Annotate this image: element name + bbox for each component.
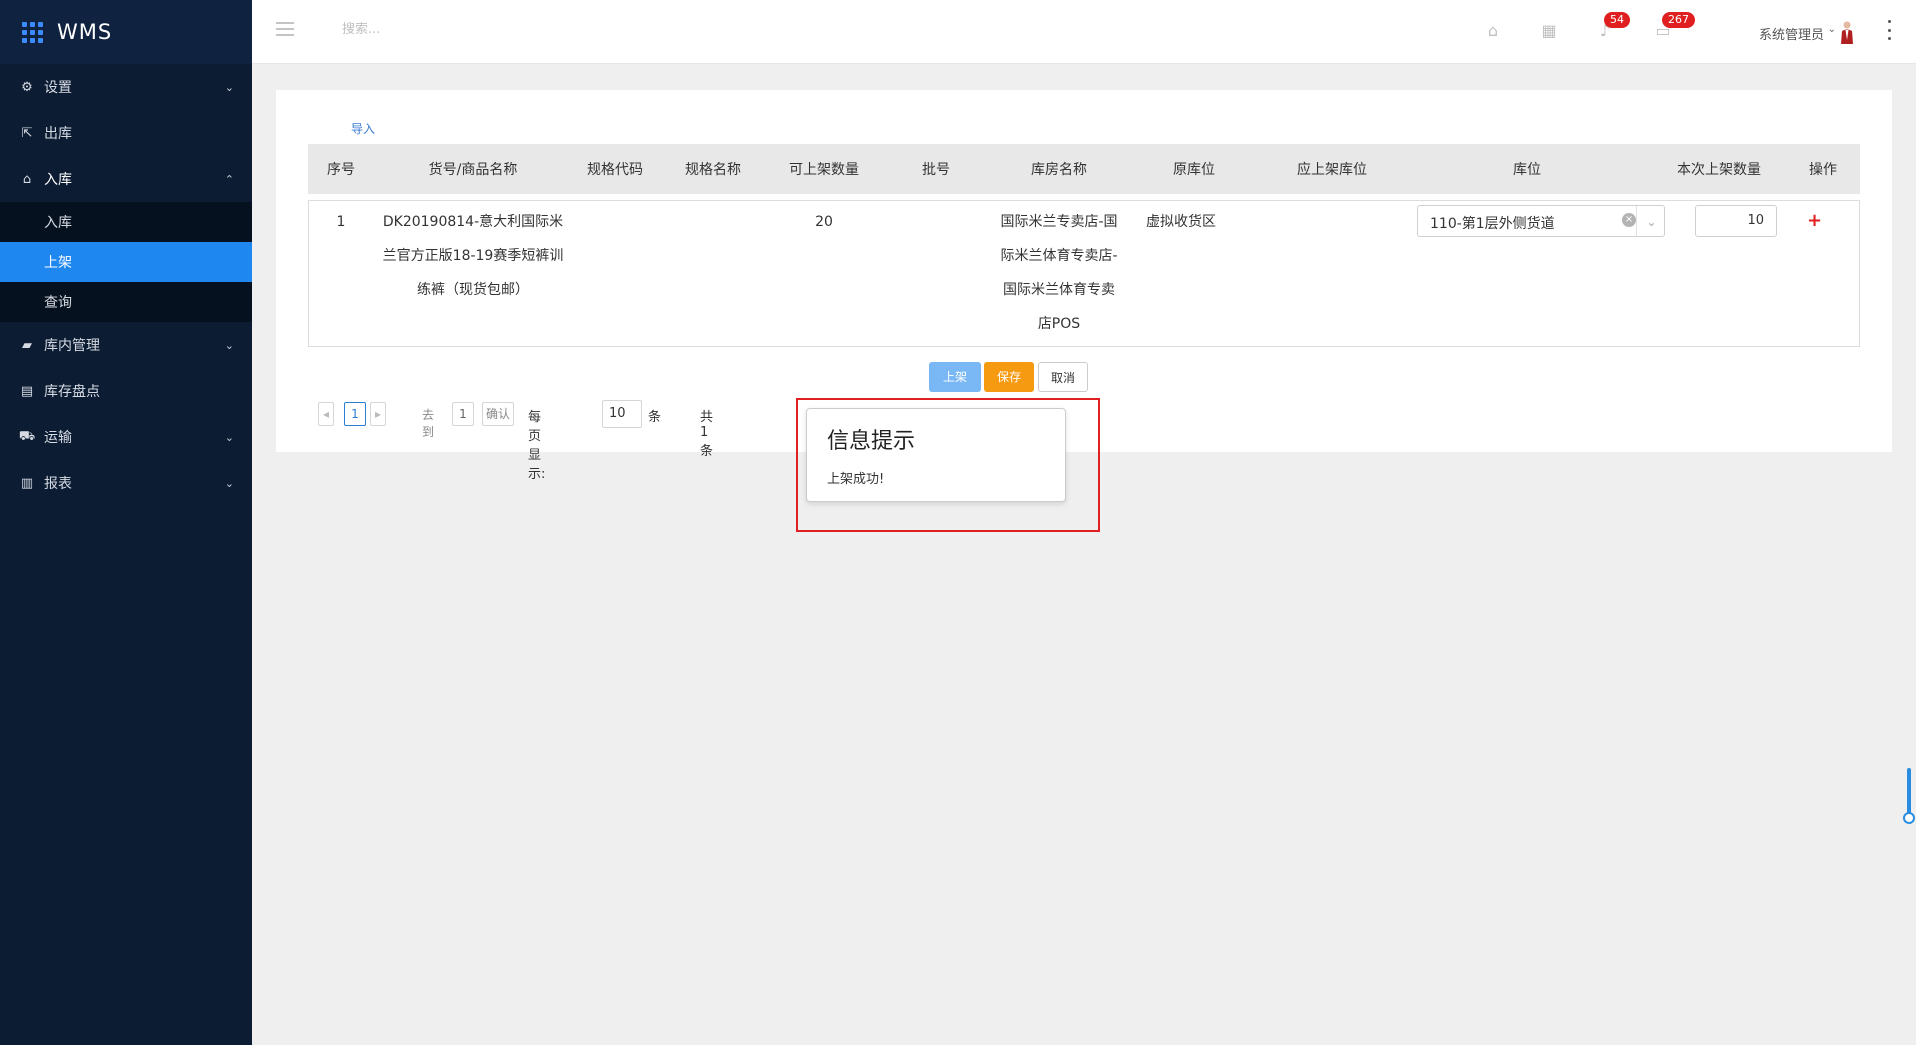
goto-confirm-button[interactable]: 确认 bbox=[482, 402, 514, 426]
product-name-line: 兰官方正版18-19赛季短裤训 bbox=[382, 248, 564, 264]
column-header: 库房名称 bbox=[1031, 162, 1087, 178]
sidebar-item-label: 出库 bbox=[44, 126, 72, 142]
column-header: 原库位 bbox=[1173, 162, 1215, 178]
import-link[interactable]: 导入 bbox=[351, 120, 375, 137]
chart-icon: ▥ bbox=[20, 475, 34, 491]
inbound-submenu: 入库 上架 查询 bbox=[0, 202, 252, 322]
sidebar-item-label: 库内管理 bbox=[44, 338, 100, 354]
sidebar-item-label: 运输 bbox=[44, 430, 72, 446]
sidebar-item-label: 设置 bbox=[44, 80, 72, 96]
avatar[interactable] bbox=[1840, 20, 1854, 44]
chevron-down-icon: ⌄ bbox=[224, 476, 234, 490]
column-header: 规格名称 bbox=[685, 162, 741, 178]
menu-toggle-icon[interactable] bbox=[276, 22, 294, 36]
sidebar-item-label: 入库 bbox=[44, 172, 72, 188]
shelve-button[interactable]: 上架 bbox=[929, 362, 981, 392]
dialog-message: 上架成功! bbox=[827, 472, 885, 487]
warehouse-name-line: 国际米兰体育专卖 bbox=[1003, 282, 1115, 298]
message-icon[interactable]: ▭ 267 bbox=[1654, 12, 1695, 40]
row-index: 1 bbox=[336, 214, 346, 230]
grid-icon[interactable]: ▦ bbox=[1540, 22, 1558, 40]
user-name[interactable]: 系统管理员 bbox=[1759, 24, 1824, 43]
column-header: 货号/商品名称 bbox=[428, 162, 518, 178]
more-vertical-icon[interactable] bbox=[1886, 20, 1892, 40]
original-location: 虚拟收货区 bbox=[1146, 214, 1216, 230]
chevron-down-icon: ⌄ bbox=[224, 430, 234, 444]
location-select-value: 110-第1层外侧货道 bbox=[1430, 216, 1555, 232]
total-count: 共 1条 bbox=[700, 410, 714, 459]
add-row-icon[interactable]: + bbox=[1807, 210, 1822, 231]
chevron-down-icon: ⌄ bbox=[224, 338, 234, 352]
column-header: 批号 bbox=[922, 162, 950, 178]
bell-icon[interactable]: ♪ 54 bbox=[1596, 12, 1630, 40]
home-icon: ⌂ bbox=[22, 171, 32, 187]
next-page-icon[interactable]: ▸ bbox=[370, 402, 386, 426]
chevron-down-icon[interactable]: ⌄ bbox=[1828, 24, 1836, 35]
available-qty: 20 bbox=[815, 214, 833, 230]
messages-badge: 267 bbox=[1662, 12, 1695, 28]
brand[interactable]: WMS bbox=[0, 0, 252, 64]
chevron-up-icon: ⌃ bbox=[224, 172, 234, 186]
product-name-line: DK20190814-意大利国际米 bbox=[382, 214, 564, 230]
cancel-button[interactable]: 取消 bbox=[1038, 362, 1088, 392]
sidebar-item-transport[interactable]: ⛟ 运输 ⌄ bbox=[0, 414, 252, 460]
sidebar-item-stocktake[interactable]: ▤ 库存盘点 bbox=[0, 368, 252, 414]
per-page-input[interactable]: 10 bbox=[602, 400, 642, 428]
sidebar-item-label: 库存盘点 bbox=[44, 384, 100, 400]
sidebar-subitem-query[interactable]: 查询 bbox=[0, 282, 252, 322]
per-page-label: 每页显示: bbox=[528, 410, 546, 482]
inventory-icon: ▤ bbox=[20, 383, 34, 399]
app-title: WMS bbox=[57, 20, 113, 44]
sidebar-item-reports[interactable]: ▥ 报表 ⌄ bbox=[0, 460, 252, 506]
prev-page-icon[interactable]: ◂ bbox=[318, 402, 334, 426]
shelve-qty-input[interactable]: 10 bbox=[1695, 205, 1777, 237]
per-page-unit: 条 bbox=[648, 410, 662, 425]
warehouse-name-line: 店POS bbox=[1037, 316, 1081, 332]
info-dialog: 信息提示 上架成功! bbox=[806, 408, 1066, 502]
sidebar: WMS ⚙ 设置 ⌄ ⇱ 出库 ⌂ 入库 ⌃ 入库 上架 查询 ▰ 库内管理 ⌄… bbox=[0, 0, 252, 1045]
goto-label: 去到 bbox=[422, 408, 435, 439]
search-input[interactable] bbox=[342, 22, 582, 37]
home-icon[interactable]: ⌂ bbox=[1484, 22, 1502, 40]
goto-page-input[interactable]: 1 bbox=[452, 402, 474, 426]
clear-icon[interactable]: × bbox=[1622, 213, 1636, 227]
table-header: 序号 货号/商品名称 规格代码 规格名称 可上架数量 批号 库房名称 原库位 应… bbox=[308, 144, 1860, 194]
gear-icon: ⚙ bbox=[21, 79, 33, 95]
export-icon: ⇱ bbox=[21, 125, 33, 141]
sidebar-item-inbound[interactable]: ⌂ 入库 ⌃ bbox=[0, 156, 252, 202]
chevron-down-icon[interactable]: ⌄ bbox=[1636, 206, 1666, 236]
column-header: 操作 bbox=[1809, 162, 1837, 178]
scrollbar[interactable] bbox=[1907, 768, 1911, 816]
location-select[interactable]: 110-第1层外侧货道 × ⌄ bbox=[1417, 205, 1665, 237]
warehouse-icon: ▰ bbox=[22, 337, 32, 353]
truck-icon: ⛟ bbox=[18, 428, 36, 444]
sidebar-item-settings[interactable]: ⚙ 设置 ⌄ bbox=[0, 64, 252, 110]
column-header: 应上架库位 bbox=[1297, 162, 1367, 178]
column-header: 序号 bbox=[327, 162, 355, 178]
sidebar-item-label: 报表 bbox=[44, 476, 72, 492]
column-header: 本次上架数量 bbox=[1677, 162, 1761, 178]
column-header: 库位 bbox=[1513, 162, 1541, 178]
sidebar-subitem-inbound[interactable]: 入库 bbox=[0, 202, 252, 242]
product-name-line: 练裤（现货包邮） bbox=[417, 282, 529, 298]
column-header: 可上架数量 bbox=[789, 162, 859, 178]
save-button[interactable]: 保存 bbox=[984, 362, 1034, 392]
sidebar-subitem-shelve[interactable]: 上架 bbox=[0, 242, 252, 282]
warehouse-name-line: 际米兰体育专卖店- bbox=[1000, 248, 1118, 264]
page-number[interactable]: 1 bbox=[344, 402, 366, 426]
warehouse-name-line: 国际米兰专卖店-国 bbox=[1000, 214, 1118, 230]
sidebar-item-outbound[interactable]: ⇱ 出库 bbox=[0, 110, 252, 156]
apps-grid-icon bbox=[22, 21, 43, 43]
chevron-down-icon: ⌄ bbox=[224, 80, 234, 94]
top-header: ⌂ ▦ ♪ 54 ▭ 267 系统管理员 ⌄ bbox=[252, 0, 1916, 64]
scrollbar-handle[interactable] bbox=[1903, 812, 1915, 824]
sidebar-item-warehouse-management[interactable]: ▰ 库内管理 ⌄ bbox=[0, 322, 252, 368]
notifications-badge: 54 bbox=[1604, 12, 1630, 28]
dialog-title: 信息提示 bbox=[827, 429, 916, 454]
column-header: 规格代码 bbox=[587, 162, 643, 178]
